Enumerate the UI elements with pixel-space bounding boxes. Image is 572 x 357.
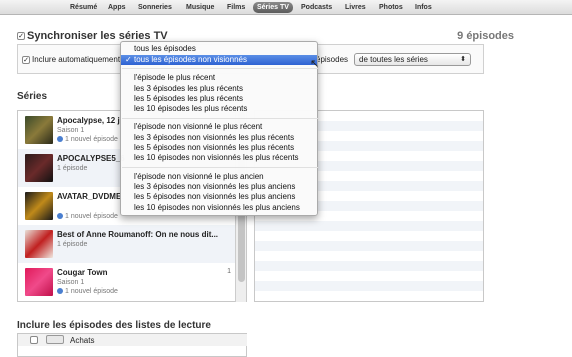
mouse-cursor-icon: ↖ <box>310 58 320 70</box>
menu-item[interactable]: les 3 épisodes non visionnés les plus ré… <box>121 133 317 143</box>
include-label: Inclure automatiquement <box>32 55 121 64</box>
tab-films[interactable]: Films <box>223 2 249 13</box>
menu-item[interactable]: les 10 épisodes non visionnés les plus r… <box>121 153 317 163</box>
tab-livres[interactable]: Livres <box>341 2 370 13</box>
series-status: 1 épisode <box>57 165 88 172</box>
playlists-title: Inclure les épisodes des listes de lectu… <box>17 320 211 331</box>
playlist-name: Achats <box>70 336 95 345</box>
list-item[interactable]: Best of Anne Roumanoff: On ne nous dit..… <box>18 225 239 263</box>
tab-infos[interactable]: Infos <box>411 2 436 13</box>
menu-item[interactable]: les 10 épisodes les plus récents <box>121 104 317 114</box>
series-artwork <box>25 268 53 296</box>
series-episode-count: 1 <box>227 268 231 275</box>
list-item[interactable]: Cougar Town Saison 1 1 nouvel épisode 1 <box>18 263 239 301</box>
tab-podcasts[interactable]: Podcasts <box>297 2 336 13</box>
tab-musique[interactable]: Musique <box>182 2 218 13</box>
menu-item[interactable]: tous les épisodes <box>121 44 317 54</box>
tab-apps[interactable]: Apps <box>104 2 130 13</box>
playlist-checkbox[interactable] <box>30 336 38 344</box>
series-status: 1 nouvel épisode <box>57 288 118 295</box>
tab-sonneries[interactable]: Sonneries <box>134 2 176 13</box>
menu-separator <box>122 167 318 168</box>
series-artwork <box>25 116 53 144</box>
checkmark-icon: ✓ <box>125 55 132 64</box>
episodes-label: épisodes <box>316 55 349 64</box>
playlist-list: Achats <box>17 333 247 357</box>
series-artwork <box>25 192 53 220</box>
episodes-dropdown-menu: tous les épisodes ✓ tous les épisodes non… <box>120 41 318 216</box>
menu-item[interactable]: l'épisode le plus récent <box>121 73 317 83</box>
series-title: Séries <box>17 91 48 102</box>
playlist-icon <box>46 335 64 344</box>
series-artwork <box>25 154 53 182</box>
series-season: Saison 1 <box>57 127 85 134</box>
series-status: 1 nouvel épisode <box>57 136 118 143</box>
menu-item[interactable]: l'épisode non visionné le plus ancien <box>121 172 317 182</box>
series-name: Best of Anne Roumanoff: On ne nous dit..… <box>57 230 219 239</box>
new-episode-dot-icon <box>57 288 63 294</box>
list-item[interactable]: Achats <box>18 334 247 346</box>
menu-item[interactable]: les 5 épisodes non visionnés les plus an… <box>121 192 317 202</box>
tab-series-tv[interactable]: Séries TV <box>253 2 293 13</box>
series-status: 1 nouvel épisode <box>57 213 118 220</box>
sync-checkbox[interactable]: ✓ <box>17 32 25 40</box>
series-scope-value: de toutes les séries <box>359 55 428 64</box>
menu-item-selected[interactable]: ✓ tous les épisodes non visionnés <box>121 55 317 65</box>
menu-item[interactable]: les 5 épisodes les plus récents <box>121 94 317 104</box>
menu-separator <box>122 118 318 119</box>
tab-bar: Résumé Apps Sonneries Musique Films Séri… <box>0 0 572 15</box>
series-scope-select[interactable]: de toutes les séries ⬍ <box>354 53 471 66</box>
menu-separator <box>122 68 318 69</box>
episode-count: 9 épisodes <box>457 30 514 42</box>
tab-resume[interactable]: Résumé <box>66 2 101 13</box>
menu-item[interactable]: l'épisode non visionné le plus récent <box>121 122 317 132</box>
series-status: 1 épisode <box>57 241 88 248</box>
series-season: Saison 1 <box>57 279 85 286</box>
new-episode-dot-icon <box>57 136 63 142</box>
new-episode-dot-icon <box>57 213 63 219</box>
series-name: Cougar Town <box>57 268 108 277</box>
tab-photos[interactable]: Photos <box>375 2 407 13</box>
menu-item[interactable]: les 3 épisodes non visionnés les plus an… <box>121 182 317 192</box>
series-artwork <box>25 230 53 258</box>
menu-item[interactable]: les 10 épisodes non visionnés les plus a… <box>121 203 317 213</box>
updown-arrow-icon: ⬍ <box>460 56 466 63</box>
menu-item[interactable]: les 5 épisodes non visionnés les plus ré… <box>121 143 317 153</box>
menu-item[interactable]: les 3 épisodes les plus récents <box>121 84 317 94</box>
include-checkbox[interactable]: ✓ <box>22 56 30 64</box>
